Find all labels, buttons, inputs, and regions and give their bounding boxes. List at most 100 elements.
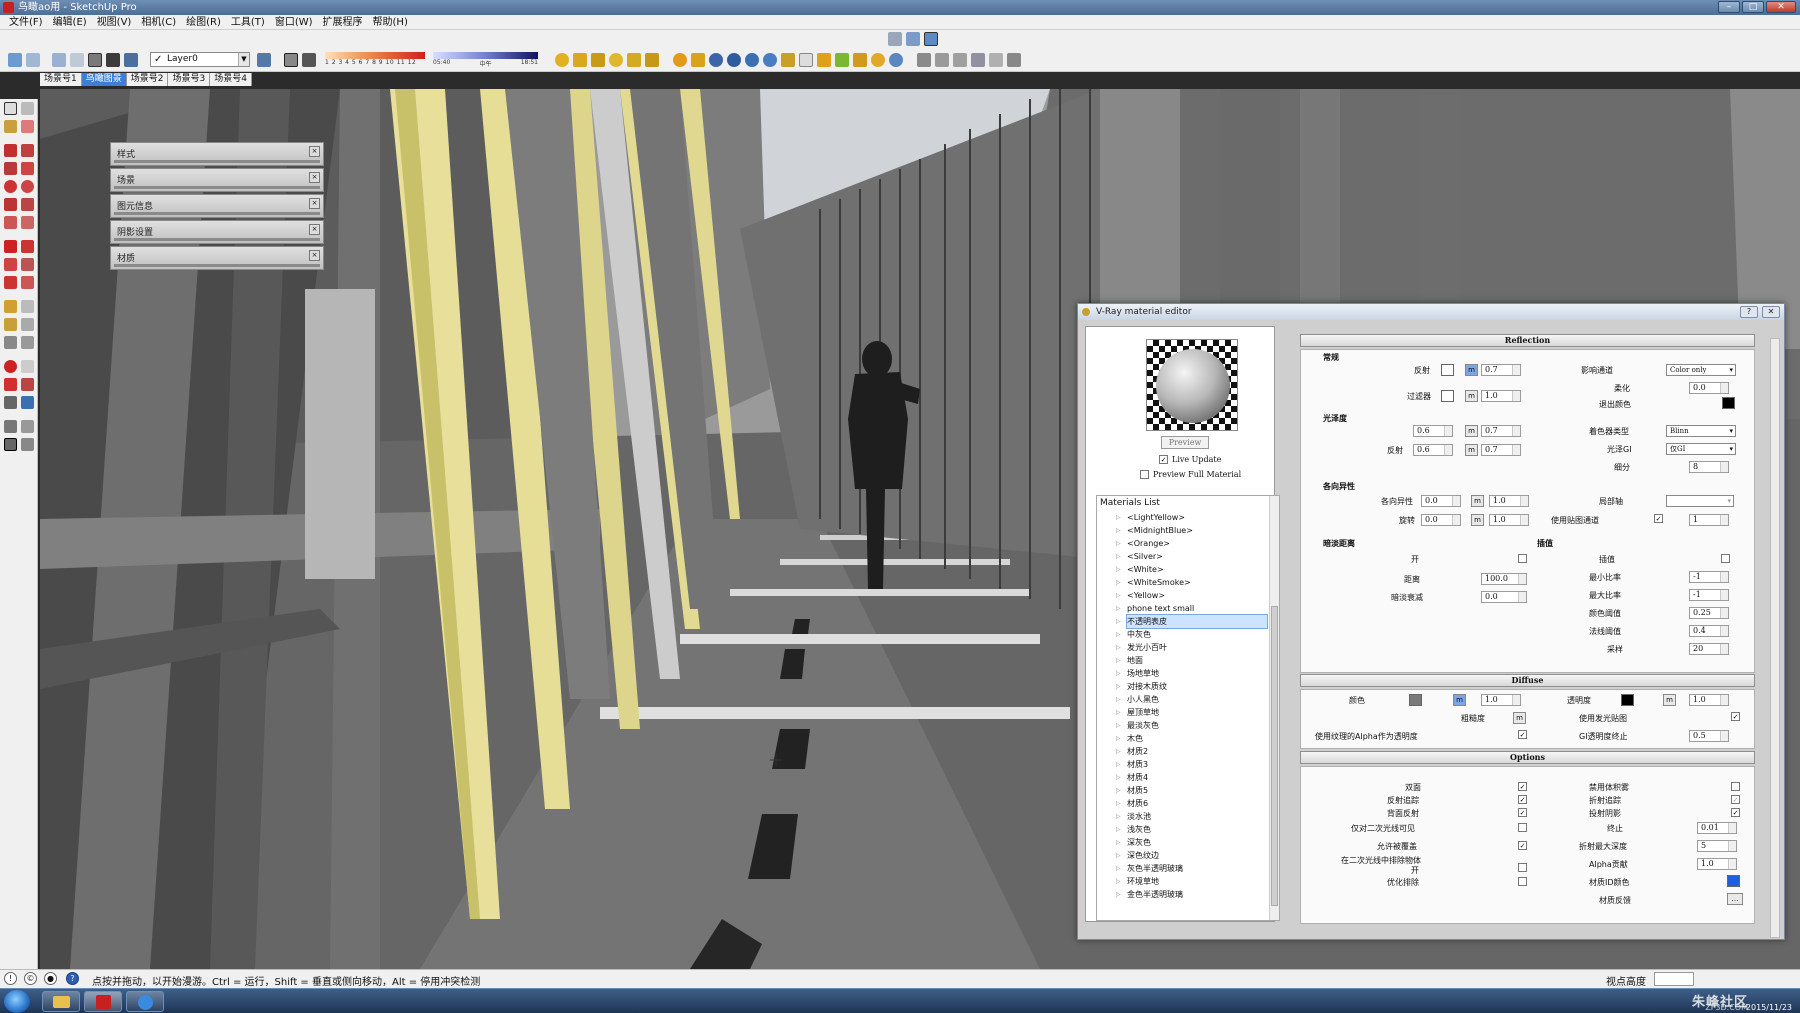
optimize-exclusion-checkbox[interactable] [1518, 877, 1527, 886]
top-view-icon[interactable] [935, 53, 949, 67]
list-item[interactable]: <LightYellow> [1116, 511, 1185, 524]
push-pull-icon[interactable] [21, 240, 34, 253]
list-item-selected[interactable]: 不透明表皮 [1116, 614, 1268, 629]
iso-view-icon[interactable] [917, 53, 931, 67]
list-item[interactable]: 环境草地 [1116, 875, 1159, 888]
shadow-toggle-icon[interactable] [284, 53, 298, 67]
back-view-icon[interactable] [989, 53, 1003, 67]
rotation-value[interactable]: 0.0 [1421, 514, 1461, 526]
close-icon[interactable]: × [309, 146, 320, 157]
list-item[interactable]: 材质3 [1116, 758, 1148, 771]
tray-styles[interactable]: 样式 × [110, 142, 324, 166]
affect-channels-dropdown[interactable]: Color only [1666, 364, 1736, 376]
normal-thresh-value[interactable]: 0.4 [1689, 625, 1729, 637]
offset-icon[interactable] [21, 276, 34, 289]
list-item[interactable]: 材质6 [1116, 797, 1148, 810]
reflect-map-button[interactable]: m [1465, 364, 1478, 376]
hidden-line-style-icon[interactable] [52, 53, 66, 67]
max-refr-depth-value[interactable]: 5 [1697, 840, 1737, 852]
xray-style-icon[interactable] [8, 53, 22, 67]
scene-tab-3[interactable]: 场景号3 [168, 73, 211, 86]
soften-value[interactable]: 0.0 [1689, 382, 1729, 394]
vray-omni-icon[interactable] [609, 53, 623, 67]
list-item[interactable]: 深灰色 [1116, 836, 1151, 849]
list-item[interactable]: 中灰色 [1116, 628, 1151, 641]
cutoff-value[interactable]: 0.01 [1697, 822, 1737, 834]
vray-light-icon[interactable] [555, 53, 569, 67]
aniso-value[interactable]: 0.0 [1421, 495, 1461, 507]
dim-on-checkbox[interactable] [1518, 554, 1527, 563]
diffuse-color-value[interactable]: 1.0 [1481, 694, 1521, 706]
materials-scrollbar[interactable] [1269, 496, 1279, 920]
walk-tool-icon[interactable] [4, 438, 17, 451]
help-icon[interactable]: ? [1740, 306, 1758, 318]
rectangle-icon[interactable] [4, 162, 17, 175]
menu-camera[interactable]: 相机(C) [136, 15, 181, 29]
list-item[interactable]: 屋顶草地 [1116, 706, 1159, 719]
transparency-map-button[interactable]: m [1663, 694, 1676, 706]
vray-mesh-light-icon[interactable] [853, 53, 867, 67]
orbit-tool-icon[interactable] [4, 360, 17, 373]
fog-icon[interactable] [302, 53, 316, 67]
filter-value[interactable]: 1.0 [1481, 390, 1521, 402]
vray-render-icon[interactable] [673, 53, 687, 67]
list-item[interactable]: 浅灰色 [1116, 823, 1151, 836]
wireframe-style-icon[interactable] [26, 53, 40, 67]
menu-help[interactable]: 帮助(H) [368, 15, 413, 29]
use-alpha-checkbox[interactable] [1518, 730, 1527, 739]
preview-full-checkbox[interactable] [1140, 470, 1149, 479]
rotation-map-button[interactable]: m [1471, 514, 1484, 526]
explorer-icon[interactable] [42, 991, 80, 1012]
falloff-value[interactable]: 0.0 [1481, 591, 1527, 603]
filter-color-swatch[interactable] [1441, 390, 1454, 402]
close-icon[interactable]: × [309, 172, 320, 183]
list-item[interactable]: <White> [1116, 563, 1164, 576]
list-item[interactable]: 场地草地 [1116, 667, 1159, 680]
paint-bucket-icon[interactable] [4, 120, 17, 133]
vray-editor-titlebar[interactable]: V-Ray material editor ? ✕ [1078, 304, 1784, 320]
close-icon[interactable]: × [309, 250, 320, 261]
tape-measure-icon[interactable] [4, 300, 17, 313]
subdivs-value[interactable]: 8 [1689, 461, 1729, 473]
vray-options-icon[interactable] [709, 53, 723, 67]
aniso-map-value[interactable]: 1.0 [1489, 495, 1529, 507]
credits-icon[interactable]: © [24, 972, 37, 985]
list-item[interactable]: 金色半透明玻璃 [1116, 888, 1183, 901]
close-icon[interactable]: × [309, 224, 320, 235]
list-item[interactable]: 小人黑色 [1116, 693, 1159, 706]
list-item[interactable]: 木色 [1116, 732, 1143, 745]
arc-icon[interactable] [4, 198, 17, 211]
trace-refractions-checkbox[interactable] [1731, 795, 1740, 804]
highlight-map-button[interactable]: m [1465, 425, 1478, 437]
protractor-icon[interactable] [4, 318, 17, 331]
list-item[interactable]: 灰色半透明玻璃 [1116, 862, 1183, 875]
gi-cutoff-value[interactable]: 0.5 [1689, 730, 1729, 742]
list-item[interactable]: 深色纹边 [1116, 849, 1159, 862]
orbit-icon[interactable] [888, 32, 902, 46]
freehand-icon[interactable] [21, 144, 34, 157]
layer-manager-icon[interactable] [257, 53, 271, 67]
vray-help-icon[interactable] [889, 53, 903, 67]
menu-view[interactable]: 视图(V) [92, 15, 137, 29]
vray-proxy-icon[interactable] [781, 53, 795, 67]
close-icon[interactable]: ✕ [1762, 306, 1780, 318]
follow-me-icon[interactable] [21, 258, 34, 271]
diffuse-map-button[interactable]: m [1453, 694, 1466, 706]
disable-volume-checkbox[interactable] [1731, 782, 1740, 791]
shaded-style-icon[interactable] [70, 53, 84, 67]
shaded-texture-icon[interactable] [88, 53, 102, 67]
vray-dome-icon[interactable] [627, 53, 641, 67]
front-view-icon[interactable] [953, 53, 967, 67]
select-arrow-icon[interactable] [4, 102, 17, 115]
vray-rt-icon[interactable] [763, 53, 777, 67]
min-rate-value[interactable]: -1 [1689, 571, 1729, 583]
zoom-extents-icon[interactable] [4, 396, 17, 409]
vray-plane-icon[interactable] [799, 53, 813, 67]
back-reflections-checkbox[interactable] [1518, 808, 1527, 817]
material-id-swatch[interactable] [1727, 875, 1740, 887]
make-component-icon[interactable] [21, 102, 34, 115]
list-item[interactable]: <Silver> [1116, 550, 1163, 563]
vray-ies-icon[interactable] [591, 53, 605, 67]
move-icon[interactable] [4, 240, 17, 253]
allow-override-checkbox[interactable] [1518, 841, 1527, 850]
